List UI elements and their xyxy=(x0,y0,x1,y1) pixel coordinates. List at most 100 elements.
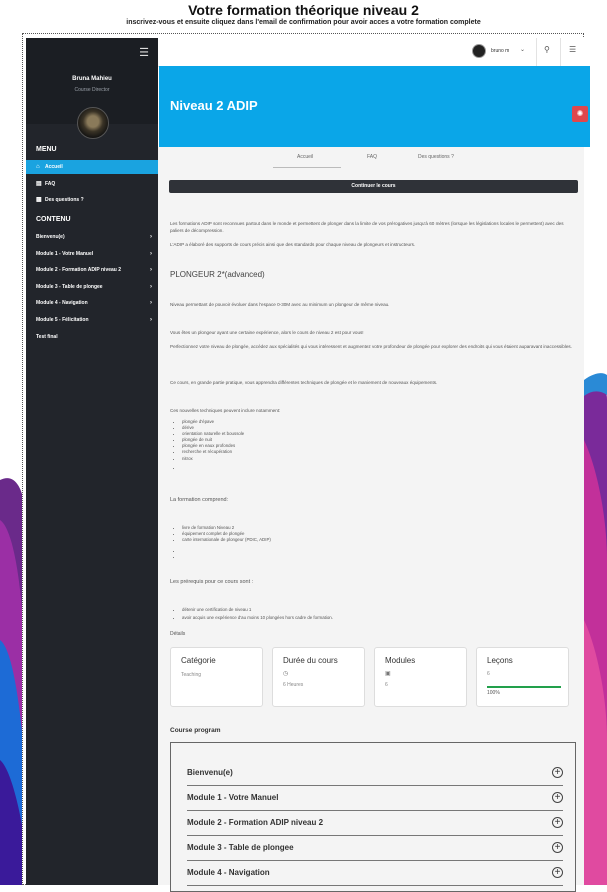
sidebar-item-module-3[interactable]: Module 3 - Table de plongee › xyxy=(26,280,158,294)
continue-course-button[interactable]: Continuer le cours xyxy=(169,180,578,193)
program-item-label: Module 3 - Table de plongee xyxy=(187,843,294,852)
sidebar-item-module-1[interactable]: Module 1 - Votre Manuel › xyxy=(26,247,158,261)
plus-icon[interactable]: + xyxy=(552,817,563,828)
page-title: Votre formation théorique niveau 2 xyxy=(188,2,419,18)
clock-icon: ◷ xyxy=(283,671,289,677)
techniques-list: plongée d'épave dérive orientation natur… xyxy=(174,419,244,471)
card-value: 6 xyxy=(385,682,388,688)
divider xyxy=(560,38,561,66)
formation-list: livre de formation Niveau 2 équipement c… xyxy=(174,525,271,560)
program-item-module-4[interactable]: Module 4 - Navigation + xyxy=(187,861,563,886)
chevron-down-icon[interactable]: ⌄ xyxy=(520,46,525,53)
program-item-module-3[interactable]: Module 3 - Table de plongee + xyxy=(187,836,563,861)
home-icon: ⌂ xyxy=(36,164,40,170)
program-item-bienvenu[interactable]: Bienvenu(e) + xyxy=(187,761,563,786)
course-title: Niveau 2 ADIP xyxy=(170,98,258,113)
paragraph-perfect: Perfectionnez votre niveau de plongée, a… xyxy=(170,344,572,349)
course-program-box: Bienvenu(e) + Module 1 - Votre Manuel + … xyxy=(170,742,576,892)
calendar-icon: ▣ xyxy=(385,671,391,677)
prereq-list: détenir une certification de niveau 1 av… xyxy=(174,607,333,621)
profile-role: Course Director xyxy=(74,87,110,93)
tab-faq[interactable]: FAQ xyxy=(367,154,377,160)
paragraph-experience: Vous êtes un plongeur ayant une certaine… xyxy=(170,330,364,335)
card-lessons: Leçons 6 100% xyxy=(476,647,569,707)
divider xyxy=(536,38,537,66)
list-icon[interactable]: ☰ xyxy=(569,45,576,54)
card-title: Catégorie xyxy=(181,656,216,665)
program-item-label: Module 4 - Navigation xyxy=(187,868,270,877)
card-duration: Durée du cours ◷ 6 Heures xyxy=(272,647,365,707)
content-heading: CONTENU xyxy=(36,216,71,223)
program-item-label: Module 2 - Formation ADIP niveau 2 xyxy=(187,818,324,827)
sidebar: ☰ Bruna Mahieu Course Director MENU ⌂ Acc… xyxy=(26,38,158,885)
card-title: Modules xyxy=(385,656,416,665)
active-tab-indicator xyxy=(273,167,341,168)
card-value: Teaching xyxy=(181,672,202,678)
chevron-right-icon: › xyxy=(150,284,152,290)
faq-icon: ▤ xyxy=(36,181,42,187)
card-title: Durée du cours xyxy=(283,656,338,665)
formation-heading: La formation comprend: xyxy=(170,497,229,503)
card-value: 6 xyxy=(487,671,490,677)
program-item-label: Module 1 - Votre Manuel xyxy=(187,793,279,802)
sidebar-item-module-2[interactable]: Module 2 - Formation ADIP niveau 2 › xyxy=(26,263,158,277)
page-header: Votre formation théorique niveau 2 inscr… xyxy=(0,0,607,26)
program-item-label: Bienvenu(e) xyxy=(187,768,233,777)
card-modules: Modules ▣ 6 xyxy=(374,647,467,707)
program-item-module-1[interactable]: Module 1 - Votre Manuel + xyxy=(187,786,563,811)
page-subtitle: inscrivez-vous et ensuite cliquez dans l… xyxy=(126,19,481,26)
tab-accueil[interactable]: Accueil xyxy=(297,154,313,160)
prereq-heading: Les prérequis pour ce cours sont : xyxy=(170,579,254,585)
card-category: Catégorie Teaching xyxy=(170,647,263,707)
plus-icon[interactable]: + xyxy=(552,792,563,803)
plus-icon[interactable]: + xyxy=(552,867,563,878)
list-item xyxy=(182,465,244,471)
chevron-right-icon: › xyxy=(150,300,152,306)
intro-paragraph-2: L'ADIP a élaboré des supports de cours p… xyxy=(170,242,416,247)
progress-bar xyxy=(487,686,561,688)
level-description: Niveau permettant de pouvoir évoluer dan… xyxy=(170,302,390,307)
card-value: 6 Heures xyxy=(283,682,304,688)
plus-icon[interactable]: + xyxy=(552,767,563,778)
profile-name: Bruna Mahieu xyxy=(72,76,112,82)
list-item: détenir une certification de niveau 1 xyxy=(182,607,333,613)
tab-questions[interactable]: Des questions ? xyxy=(418,154,454,160)
level-heading: PLONGEUR 2*(advanced) xyxy=(170,270,265,279)
sidebar-item-bienvenu[interactable]: Bienvenu(e) › xyxy=(26,230,158,244)
course-program-title: Course program xyxy=(170,727,221,734)
chevron-right-icon: › xyxy=(150,234,152,240)
top-bar: bruno m ⌄ ⚲ ☰ xyxy=(158,38,584,67)
menu-heading: MENU xyxy=(36,146,57,153)
list-item: nitrox xyxy=(182,456,244,462)
list-item: avoir acquis une expérience d'au moins 1… xyxy=(182,615,333,621)
sidebar-item-accueil[interactable]: ⌂ Accueil xyxy=(26,160,158,174)
chat-icon: ▩ xyxy=(36,197,42,203)
user-name[interactable]: bruno m xyxy=(491,48,509,54)
search-icon[interactable]: ⚲ xyxy=(544,45,550,54)
chevron-right-icon: › xyxy=(150,267,152,273)
sidebar-item-module-5[interactable]: Module 5 - Félicitation › xyxy=(26,313,158,327)
sidebar-item-module-4[interactable]: Module 4 - Navigation › xyxy=(26,296,158,310)
list-item: carte internationale de plongeur (PDIC, … xyxy=(182,537,271,543)
profile-avatar xyxy=(77,107,109,139)
program-item-module-2[interactable]: Module 2 - Formation ADIP niveau 2 + xyxy=(187,811,563,836)
progress-label: 100% xyxy=(487,690,500,696)
sidebar-item-test-final[interactable]: Test final xyxy=(26,330,158,344)
sidebar-item-questions[interactable]: ▩ Des questions ? xyxy=(26,193,158,207)
paragraph-practice: Ce cours, en grande partie pratique, vou… xyxy=(170,380,438,385)
hamburger-icon[interactable]: ☰ xyxy=(139,46,149,59)
details-label: Détails xyxy=(170,631,186,637)
settings-icon[interactable]: ✺ xyxy=(572,106,588,122)
intro-paragraph-1: Les formations ADIP sont reconnues parto… xyxy=(170,221,564,233)
list-item xyxy=(182,554,271,560)
card-title: Leçons xyxy=(487,656,513,665)
course-tabs: Accueil FAQ Des questions ? xyxy=(158,147,584,169)
sidebar-item-faq[interactable]: ▤ FAQ xyxy=(26,177,158,191)
techniques-intro: Ces nouvelles techniques peuvent inclure… xyxy=(170,408,281,413)
user-avatar[interactable] xyxy=(472,44,486,58)
chevron-right-icon: › xyxy=(150,251,152,257)
chevron-right-icon: › xyxy=(150,317,152,323)
main-content: Accueil FAQ Des questions ? Continuer le… xyxy=(158,147,584,892)
plus-icon[interactable]: + xyxy=(552,842,563,853)
course-hero: Niveau 2 ADIP ✺ xyxy=(159,66,590,147)
